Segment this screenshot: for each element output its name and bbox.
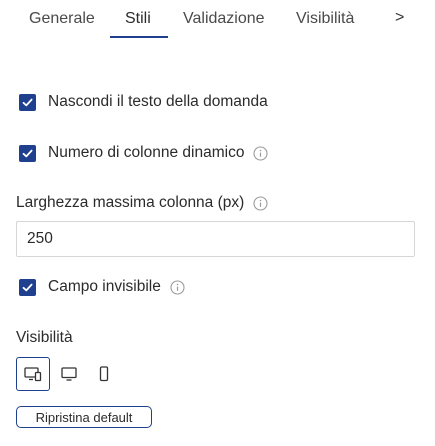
checkmark-icon	[22, 98, 33, 106]
info-icon[interactable]	[253, 145, 268, 161]
info-icon[interactable]	[170, 279, 185, 295]
all-devices-button[interactable]	[16, 357, 50, 391]
reset-default-button[interactable]: Ripristina default	[16, 406, 152, 428]
info-icon[interactable]	[253, 195, 268, 211]
all-devices-icon	[24, 367, 42, 382]
invisible-checkbox[interactable]	[19, 278, 36, 296]
invisible-option[interactable]: Campo invisibile	[19, 276, 185, 298]
visibility-label: Visibilità	[16, 329, 73, 346]
max-column-width-field: Larghezza massima colonna (px)	[16, 193, 268, 213]
max-column-width-label: Larghezza massima colonna (px)	[16, 194, 245, 211]
properties-panel: Generale Stili Validazione Visibilità > …	[0, 0, 435, 446]
tab-stili[interactable]: Stili	[125, 10, 151, 28]
hide-title-label: Nascondi il testo della domanda	[48, 93, 268, 110]
desktop-button[interactable]	[52, 357, 86, 391]
hide-title-option[interactable]: Nascondi il testo della domanda	[19, 91, 268, 113]
mobile-button[interactable]	[87, 357, 121, 391]
dynamic-columns-checkbox[interactable]	[19, 144, 36, 162]
checkmark-icon	[22, 149, 33, 157]
mobile-icon	[99, 366, 109, 382]
dynamic-columns-option[interactable]: Numero di colonne dinamico	[19, 142, 268, 164]
hide-title-checkbox[interactable]	[19, 93, 36, 111]
tab-validazione[interactable]: Validazione	[183, 10, 265, 28]
tab-visibilita[interactable]: Visibilità	[296, 10, 354, 28]
tab-bar: Generale Stili Validazione Visibilità >	[0, 0, 435, 40]
max-column-width-input[interactable]: 250	[16, 221, 415, 257]
tab-generale[interactable]: Generale	[29, 10, 95, 28]
tabs-next-arrow[interactable]: >	[395, 9, 404, 27]
desktop-icon	[61, 367, 77, 381]
dynamic-columns-label: Numero di colonne dinamico	[48, 144, 245, 161]
invisible-label: Campo invisibile	[48, 278, 161, 295]
active-tab-indicator	[110, 36, 168, 38]
max-column-width-value: 250	[27, 230, 53, 247]
checkmark-icon	[22, 283, 33, 291]
